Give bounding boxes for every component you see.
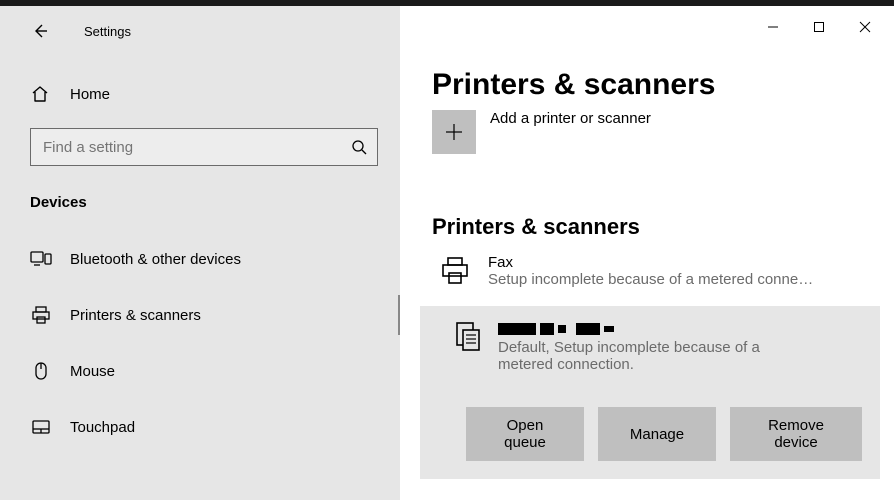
content-pane: Printers & scanners Add a printer or sca… [400, 6, 894, 500]
printer-icon [432, 256, 478, 286]
sidebar-item-bluetooth[interactable]: Bluetooth & other devices [0, 231, 400, 287]
sidebar-item-mouse[interactable]: Mouse [0, 343, 400, 399]
maximize-icon [813, 21, 825, 33]
arrow-left-icon [31, 22, 49, 40]
section-heading: Devices [30, 194, 400, 211]
sidebar: Settings Home Devices Bluetooth & oth [0, 6, 400, 500]
home-icon [30, 84, 50, 104]
home-label: Home [70, 86, 110, 103]
remove-device-button[interactable]: Remove device [730, 407, 862, 461]
sidebar-item-printers[interactable]: Printers & scanners [0, 287, 400, 343]
selected-device-name [498, 320, 862, 337]
search-input-wrap[interactable] [30, 128, 378, 166]
close-icon [859, 21, 871, 33]
device-name: Fax [488, 254, 864, 271]
add-printer-row[interactable]: Add a printer or scanner [432, 110, 894, 154]
list-heading: Printers & scanners [432, 214, 894, 240]
back-button[interactable] [28, 19, 52, 43]
device-row-fax[interactable]: Fax Setup incomplete because of a metere… [432, 254, 864, 288]
page-title: Printers & scanners [432, 68, 894, 102]
open-queue-button[interactable]: Open queue [466, 407, 584, 461]
plus-icon [443, 121, 465, 143]
minimize-button[interactable] [750, 12, 796, 42]
devices-icon [30, 250, 52, 268]
sidebar-item-label: Mouse [70, 363, 115, 380]
sidebar-item-label: Printers & scanners [70, 307, 201, 324]
sidebar-item-label: Touchpad [70, 419, 135, 436]
touchpad-icon [30, 419, 52, 435]
mouse-icon [30, 361, 52, 381]
manage-button[interactable]: Manage [598, 407, 716, 461]
selected-device-card: Default, Setup incomplete because of a m… [420, 306, 880, 479]
selected-device-status: Default, Setup incomplete because of a m… [498, 339, 818, 373]
minimize-icon [767, 21, 779, 33]
maximize-button[interactable] [796, 12, 842, 42]
device-status: Setup incomplete because of a metered co… [488, 271, 864, 288]
printer-icon [30, 305, 52, 325]
search-input[interactable] [43, 139, 351, 156]
home-nav[interactable]: Home [0, 74, 400, 114]
printer-icon [444, 320, 490, 352]
close-button[interactable] [842, 12, 888, 42]
add-tile [432, 110, 476, 154]
add-printer-label: Add a printer or scanner [490, 110, 651, 127]
window-title: Settings [84, 24, 131, 39]
sidebar-item-touchpad[interactable]: Touchpad [0, 399, 400, 455]
search-icon [351, 139, 367, 155]
sidebar-item-label: Bluetooth & other devices [70, 251, 241, 268]
